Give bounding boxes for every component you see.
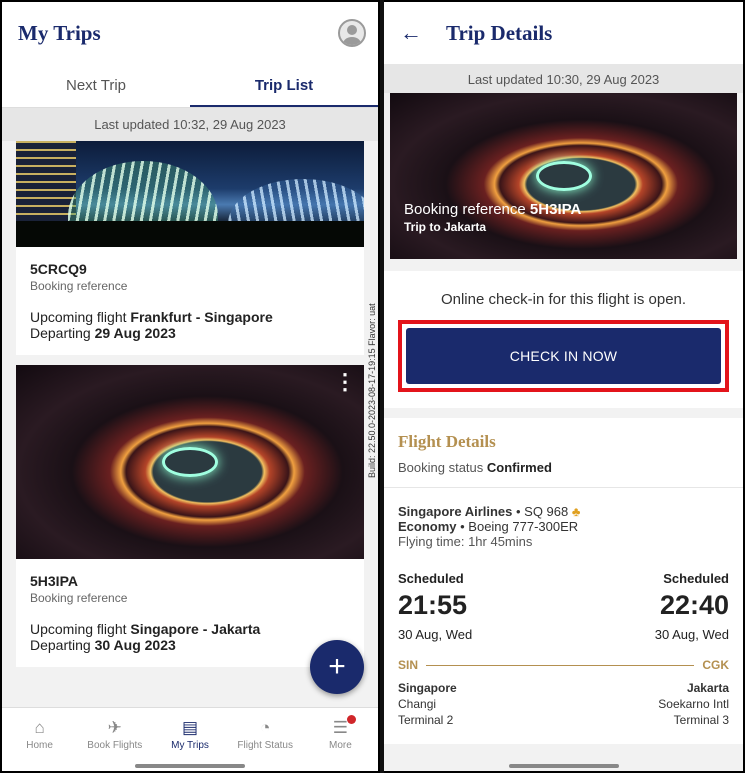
gardens-by-the-bay-image [16, 141, 364, 247]
arrival-time: Scheduled 22:40 30 Aug, Wed [654, 571, 729, 642]
flight-segment: Singapore Airlines • SQ 968 ♣ Economy • … [384, 487, 743, 744]
trip-card-5h3ipa[interactable]: ⋮ 5H3IPA Booking reference Upcoming flig… [16, 365, 364, 667]
cabin-row: Economy • Boeing 777-300ER [398, 519, 579, 534]
back-arrow-icon[interactable]: ← [400, 20, 422, 46]
notification-dot [347, 715, 357, 724]
home-indicator [508, 764, 619, 768]
nav-more[interactable]: ☰ More [303, 708, 378, 771]
departing-date: Departing 30 Aug 2023 [30, 637, 176, 653]
tab-trip-list[interactable]: Trip List [190, 64, 378, 107]
upcoming-flight: Upcoming flight Frankfurt - Singapore [30, 309, 273, 325]
departing-date: Departing 29 Aug 2023 [30, 325, 176, 341]
origin-code: SIN [398, 658, 419, 672]
check-in-now-button[interactable]: CHECK IN NOW [406, 328, 721, 384]
trip-name: Trip to Jakarta [404, 220, 487, 234]
last-updated: Last updated 10:30, 29 Aug 2023 [384, 64, 743, 93]
airports-row: Singapore Changi Terminal 2 Jakarta Soekarn… [398, 680, 729, 728]
origin-airport: Singapore Changi Terminal 2 [398, 681, 457, 727]
nav-my-trips[interactable]: ▤ My Trips [152, 708, 227, 771]
my-trips-screen: My Trips Next Trip Trip List Last update… [0, 0, 380, 773]
tab-next-trip[interactable]: Next Trip [2, 64, 190, 107]
airplane-icon: ✈ [107, 718, 122, 737]
highlight-box: CHECK IN NOW [398, 320, 729, 392]
flight-details-header: Flight Details Booking status Confirmed [384, 418, 743, 487]
bottom-nav: ⌂ Home ✈ Book Flights ▤ My Trips ◔ Flight St… [2, 707, 378, 771]
home-icon: ⌂ [34, 718, 45, 737]
build-info: Build: 22.50.0-2023-08-17-19:15 Flavor: … [367, 290, 378, 478]
nav-book-flights[interactable]: ✈ Book Flights [77, 708, 152, 771]
add-trip-button[interactable]: + [310, 640, 364, 694]
trip-tabs: Next Trip Trip List [2, 64, 378, 108]
hero-caption: Booking reference 5H3IPA Trip to Jakarta [404, 201, 582, 234]
booking-ref-label: Booking reference [30, 591, 128, 605]
nav-home[interactable]: ⌂ Home [2, 708, 77, 771]
nav-flight-status[interactable]: ◔ Flight Status [228, 708, 303, 771]
more-options-icon[interactable]: ⋮ [334, 371, 356, 393]
booking-status: Booking status Confirmed [398, 460, 552, 475]
briefcase-icon: ▤ [181, 718, 199, 737]
upcoming-flight: Upcoming flight Singapore - Jakarta [30, 621, 261, 637]
home-indicator [135, 764, 245, 768]
trip-hero-image: Booking reference 5H3IPA Trip to Jakarta [390, 93, 737, 259]
destination-code: CGK [702, 658, 729, 672]
clock-icon: ◔ [260, 718, 271, 737]
checkin-card: Online check-in for this flight is open.… [384, 271, 743, 408]
booking-ref: 5CRCQ9 [30, 261, 87, 277]
booking-ref-label: Booking reference [30, 279, 128, 293]
booking-ref: 5H3IPA [30, 573, 78, 589]
jakarta-roundabout-image: ⋮ [16, 365, 364, 559]
booking-ref: 5H3IPA [529, 201, 582, 218]
page-title: Trip Details [446, 20, 553, 45]
page-title: My Trips [18, 20, 101, 45]
airline-logo-icon: ♣ [571, 504, 581, 519]
profile-avatar-icon[interactable] [338, 19, 366, 47]
route-line: SIN CGK [398, 658, 729, 672]
flying-time: Flying time: 1hr 45mins [398, 534, 533, 549]
flight-details-title: Flight Details [398, 432, 496, 451]
last-updated: Last updated 10:32, 29 Aug 2023 [2, 108, 378, 141]
trip-card-5crcq9[interactable]: 5CRCQ9 Booking reference Upcoming flight… [16, 141, 364, 355]
times-row: Scheduled 21:55 30 Aug, Wed Scheduled 22… [398, 571, 729, 642]
trip-details-screen: ← Trip Details Last updated 10:30, 29 Au… [384, 0, 745, 773]
app-bar: My Trips [2, 2, 378, 64]
checkin-message: Online check-in for this flight is open. [440, 291, 687, 308]
app-bar: ← Trip Details [384, 2, 743, 64]
menu-icon: ☰ [332, 718, 349, 737]
departure-time: Scheduled 21:55 30 Aug, Wed [398, 571, 473, 642]
destination-airport: Jakarta Soekarno Intl Terminal 3 [658, 681, 729, 727]
airline-row: Singapore Airlines • SQ 968 ♣ [398, 504, 581, 519]
